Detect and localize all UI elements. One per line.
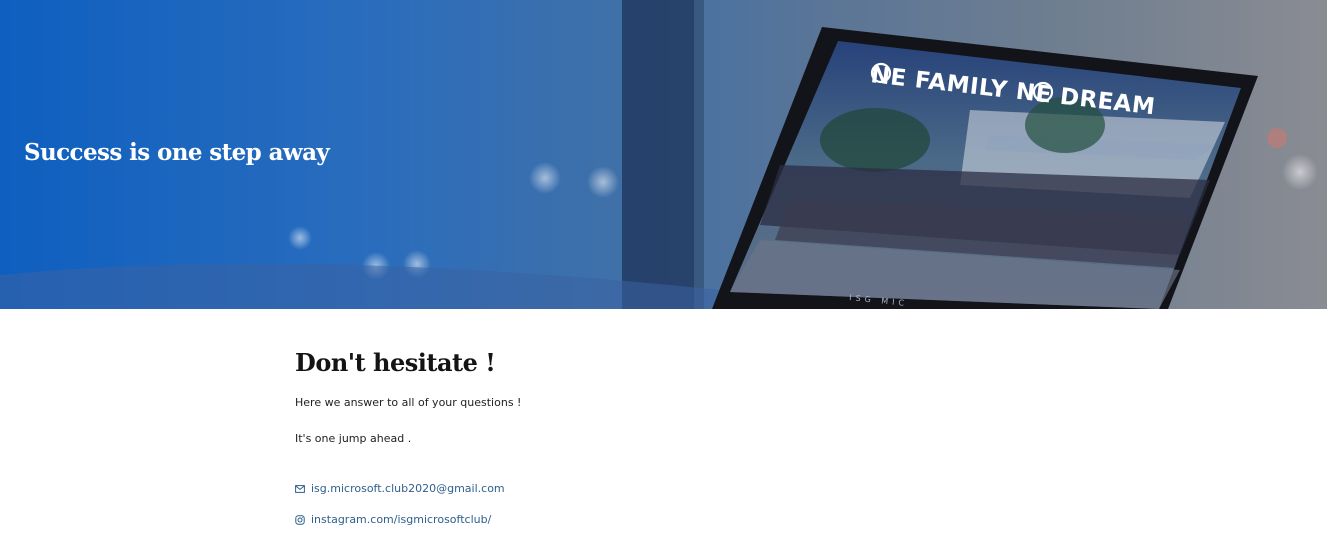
email-link[interactable]: isg.microsoft.club2020@gmail.com xyxy=(295,482,995,495)
section-heading: Don't hesitate ! xyxy=(295,348,496,377)
tagline: It's one jump ahead . xyxy=(295,432,412,445)
contact-section: Don't hesitate ! Here we answer to all o… xyxy=(295,309,995,526)
hero-banner: NE FAMILY NE DREAM ISG MIC Success is on… xyxy=(0,0,1327,309)
instagram-link[interactable]: instagram.com/isgmicrosoftclub/ xyxy=(295,513,995,526)
hero-title: Success is one step away xyxy=(24,139,330,166)
envelope-icon xyxy=(295,484,305,494)
instagram-icon xyxy=(295,514,305,525)
email-text: isg.microsoft.club2020@gmail.com xyxy=(311,482,505,495)
instagram-text: instagram.com/isgmicrosoftclub/ xyxy=(311,513,492,526)
intro-line: Here we answer to all of your questions … xyxy=(295,396,522,409)
